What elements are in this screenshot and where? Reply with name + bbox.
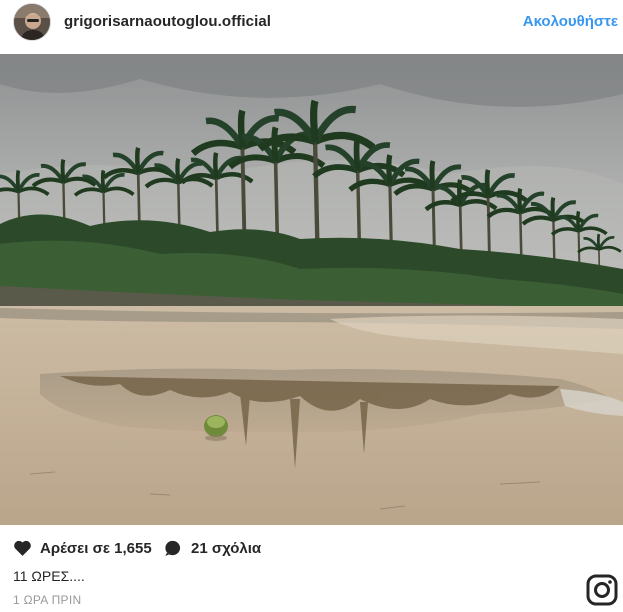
comment-control[interactable]: 21 σχόλια bbox=[163, 539, 261, 557]
username[interactable]: grigorisarnaoutoglou.official bbox=[64, 13, 271, 30]
avatar[interactable] bbox=[13, 3, 51, 41]
comment-icon[interactable] bbox=[163, 539, 182, 557]
post-actions: Αρέσει σε 1,655 21 σχόλια bbox=[0, 536, 623, 564]
heart-icon[interactable] bbox=[13, 539, 32, 557]
post-header: grigorisarnaoutoglou.official Ακολουθήστ… bbox=[0, 0, 623, 52]
instagram-post: grigorisarnaoutoglou.official Ακολουθήστ… bbox=[0, 0, 623, 612]
post-timestamp[interactable]: 1 ΩΡΑ ΠΡΙΝ bbox=[13, 593, 81, 607]
avatar-photo bbox=[14, 4, 50, 40]
like-control[interactable]: Αρέσει σε 1,655 bbox=[13, 539, 152, 557]
comments-count[interactable]: 21 σχόλια bbox=[191, 540, 261, 557]
likes-count[interactable]: Αρέσει σε 1,655 bbox=[40, 540, 152, 557]
instagram-logo-icon[interactable] bbox=[586, 574, 618, 606]
post-caption: 11 ΩΡΕΣ.... bbox=[13, 568, 85, 584]
post-photo[interactable] bbox=[0, 54, 623, 525]
follow-button[interactable]: Ακολουθήστε bbox=[523, 13, 618, 30]
beach-palm-trees-image bbox=[0, 54, 623, 525]
